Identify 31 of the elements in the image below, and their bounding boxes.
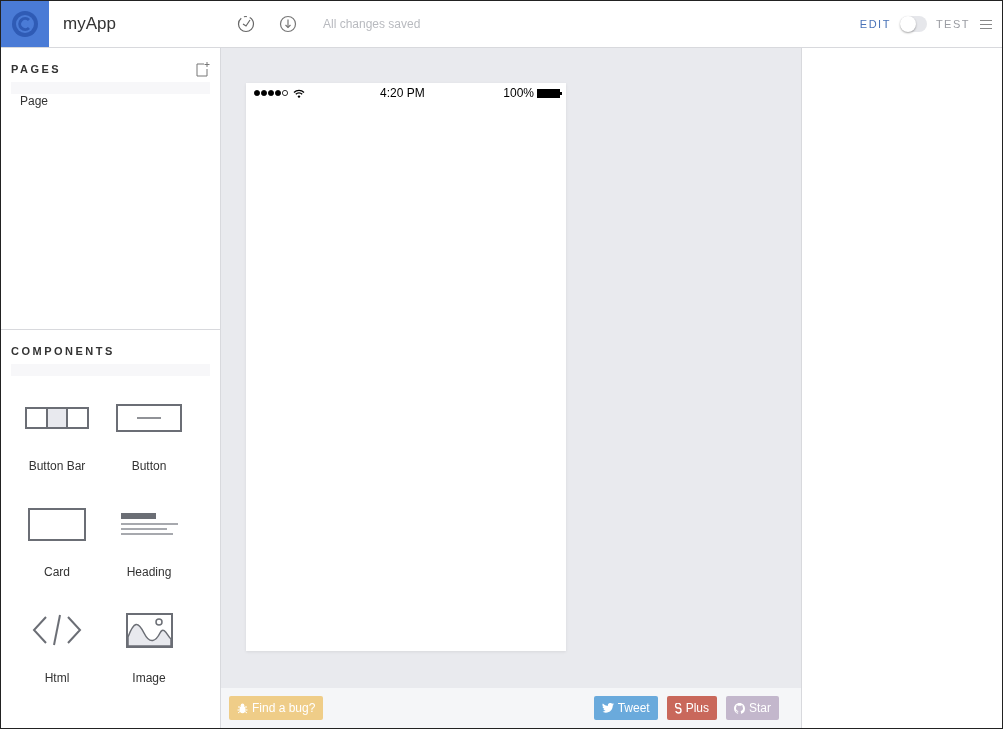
add-page-icon[interactable] <box>196 61 210 77</box>
component-label[interactable]: Button Bar <box>28 459 86 473</box>
mode-tab[interactable]: EDIT <box>859 18 891 30</box>
component-label[interactable]: Image <box>132 671 166 685</box>
menu-icon[interactable] <box>980 19 992 29</box>
section-title: PAGES <box>11 63 62 75</box>
save-status: All changes saved <box>323 17 421 31</box>
card-icon <box>28 507 86 541</box>
clock-check-icon[interactable] <box>237 15 255 33</box>
button-bar-icon <box>25 407 89 429</box>
section-title: COMPONENTS <box>11 345 115 357</box>
component-label[interactable]: Button <box>131 459 167 473</box>
component-label[interactable]: Heading <box>126 565 172 579</box>
code-icon <box>32 614 82 646</box>
signal-icon <box>254 90 289 96</box>
component-label[interactable]: Card <box>44 565 70 579</box>
component-label[interactable]: Html <box>44 671 70 685</box>
battery-icon <box>537 88 562 98</box>
app-name: myApp <box>63 14 117 34</box>
download-icon[interactable] <box>279 15 297 33</box>
button-icon <box>116 404 182 432</box>
mode-toggle[interactable] <box>899 16 927 32</box>
wifi-icon <box>293 88 305 98</box>
bug-icon <box>237 702 248 714</box>
status-time: 4:20 PM <box>380 86 426 100</box>
page-item[interactable]: Page <box>11 94 210 108</box>
image-icon <box>125 612 173 648</box>
bird-icon <box>601 703 614 713</box>
share-button[interactable]: Plus <box>666 696 717 720</box>
heading-icon <box>120 512 178 536</box>
battery-percent: 100% <box>503 86 534 100</box>
